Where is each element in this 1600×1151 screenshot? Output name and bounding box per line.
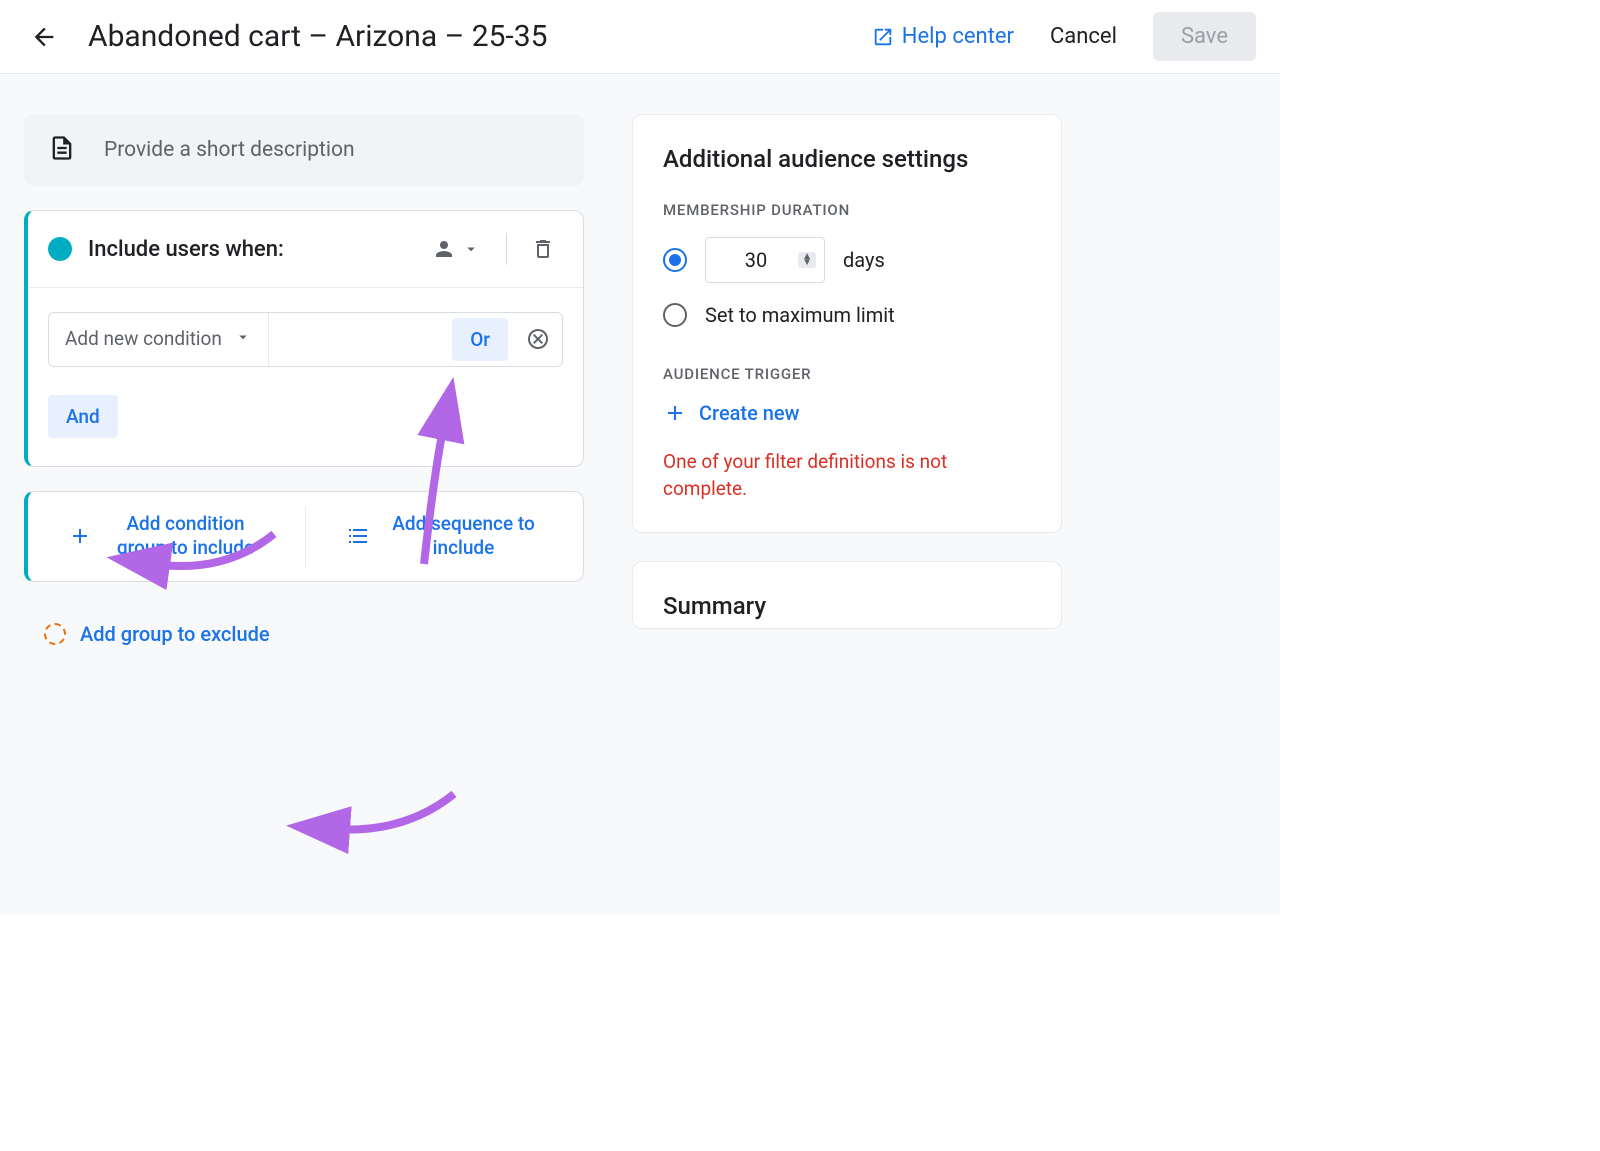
divider [506, 233, 507, 265]
duration-custom-option[interactable]: 30 ▲▼ days [663, 237, 1031, 283]
description-placeholder: Provide a short description [104, 138, 355, 162]
or-button[interactable]: Or [452, 318, 508, 361]
add-group-card: Add condition group to include Add seque… [24, 491, 584, 582]
settings-title: Additional audience settings [663, 145, 1031, 173]
radio-selected[interactable] [663, 248, 687, 272]
save-button[interactable]: Save [1153, 12, 1256, 61]
max-limit-label: Set to maximum limit [705, 303, 895, 327]
close-circle-icon [526, 327, 550, 351]
person-icon [432, 237, 456, 261]
radio-unselected[interactable] [663, 303, 687, 327]
cancel-button[interactable]: Cancel [1038, 16, 1129, 57]
create-trigger-button[interactable]: Create new [663, 401, 1031, 425]
page-title: Abandoned cart – Arizona – 25-35 [88, 19, 547, 54]
include-title: Include users when: [88, 237, 406, 262]
add-sequence-button[interactable]: Add sequence to include [306, 492, 583, 581]
create-trigger-label: Create new [699, 401, 799, 425]
add-sequence-label: Add sequence to include [384, 512, 544, 561]
back-button[interactable] [24, 17, 64, 57]
settings-card: Additional audience settings MEMBERSHIP … [632, 114, 1062, 533]
scope-selector[interactable] [422, 231, 490, 267]
days-label: days [843, 248, 885, 272]
summary-card: Summary [632, 561, 1062, 629]
include-body: Add new condition Or And [28, 288, 583, 466]
plus-icon [663, 401, 687, 425]
remove-condition-button[interactable] [514, 315, 562, 363]
topbar: Abandoned cart – Arizona – 25-35 Help ce… [0, 0, 1280, 74]
duration-max-option[interactable]: Set to maximum limit [663, 303, 1031, 327]
add-condition-group-label: Add condition group to include [106, 512, 266, 561]
trash-icon [531, 237, 555, 261]
add-exclude-group-button[interactable]: Add group to exclude [24, 606, 584, 662]
description-icon [48, 134, 76, 166]
open-in-new-icon [872, 26, 894, 48]
add-exclude-group-label: Add group to exclude [80, 622, 270, 646]
include-header: Include users when: [28, 211, 583, 288]
left-column: Provide a short description Include user… [24, 114, 584, 662]
duration-input[interactable]: 30 ▲▼ [705, 237, 825, 283]
chevron-down-icon [462, 240, 480, 258]
stepper-icon[interactable]: ▲▼ [798, 252, 816, 268]
annotation-arrow [324, 784, 464, 848]
dashed-circle-icon [44, 623, 66, 645]
right-column: Additional audience settings MEMBERSHIP … [632, 114, 1062, 629]
help-center-label: Help center [902, 24, 1014, 49]
summary-title: Summary [663, 592, 1031, 620]
include-indicator-dot [48, 237, 72, 261]
help-center-link[interactable]: Help center [872, 24, 1014, 49]
audience-trigger-label: AUDIENCE TRIGGER [663, 365, 1031, 383]
include-card: Include users when: Add new condition [24, 210, 584, 467]
add-condition-group-button[interactable]: Add condition group to include [28, 492, 305, 581]
delete-group-button[interactable] [523, 229, 563, 269]
membership-duration-label: MEMBERSHIP DURATION [663, 201, 1031, 219]
arrow-left-icon [30, 23, 58, 51]
duration-value: 30 [714, 248, 798, 272]
condition-row: Add new condition Or [48, 312, 563, 367]
and-button[interactable]: And [48, 395, 118, 438]
main-content: Provide a short description Include user… [0, 74, 1280, 914]
add-condition-dropdown[interactable]: Add new condition [49, 313, 269, 366]
condition-mid: Or [269, 318, 514, 361]
error-message: One of your filter definitions is not co… [663, 449, 1031, 502]
chevron-down-icon [234, 328, 252, 350]
description-field[interactable]: Provide a short description [24, 114, 584, 186]
sequence-icon [346, 524, 370, 548]
add-condition-label: Add new condition [65, 327, 222, 352]
plus-icon [68, 524, 92, 548]
